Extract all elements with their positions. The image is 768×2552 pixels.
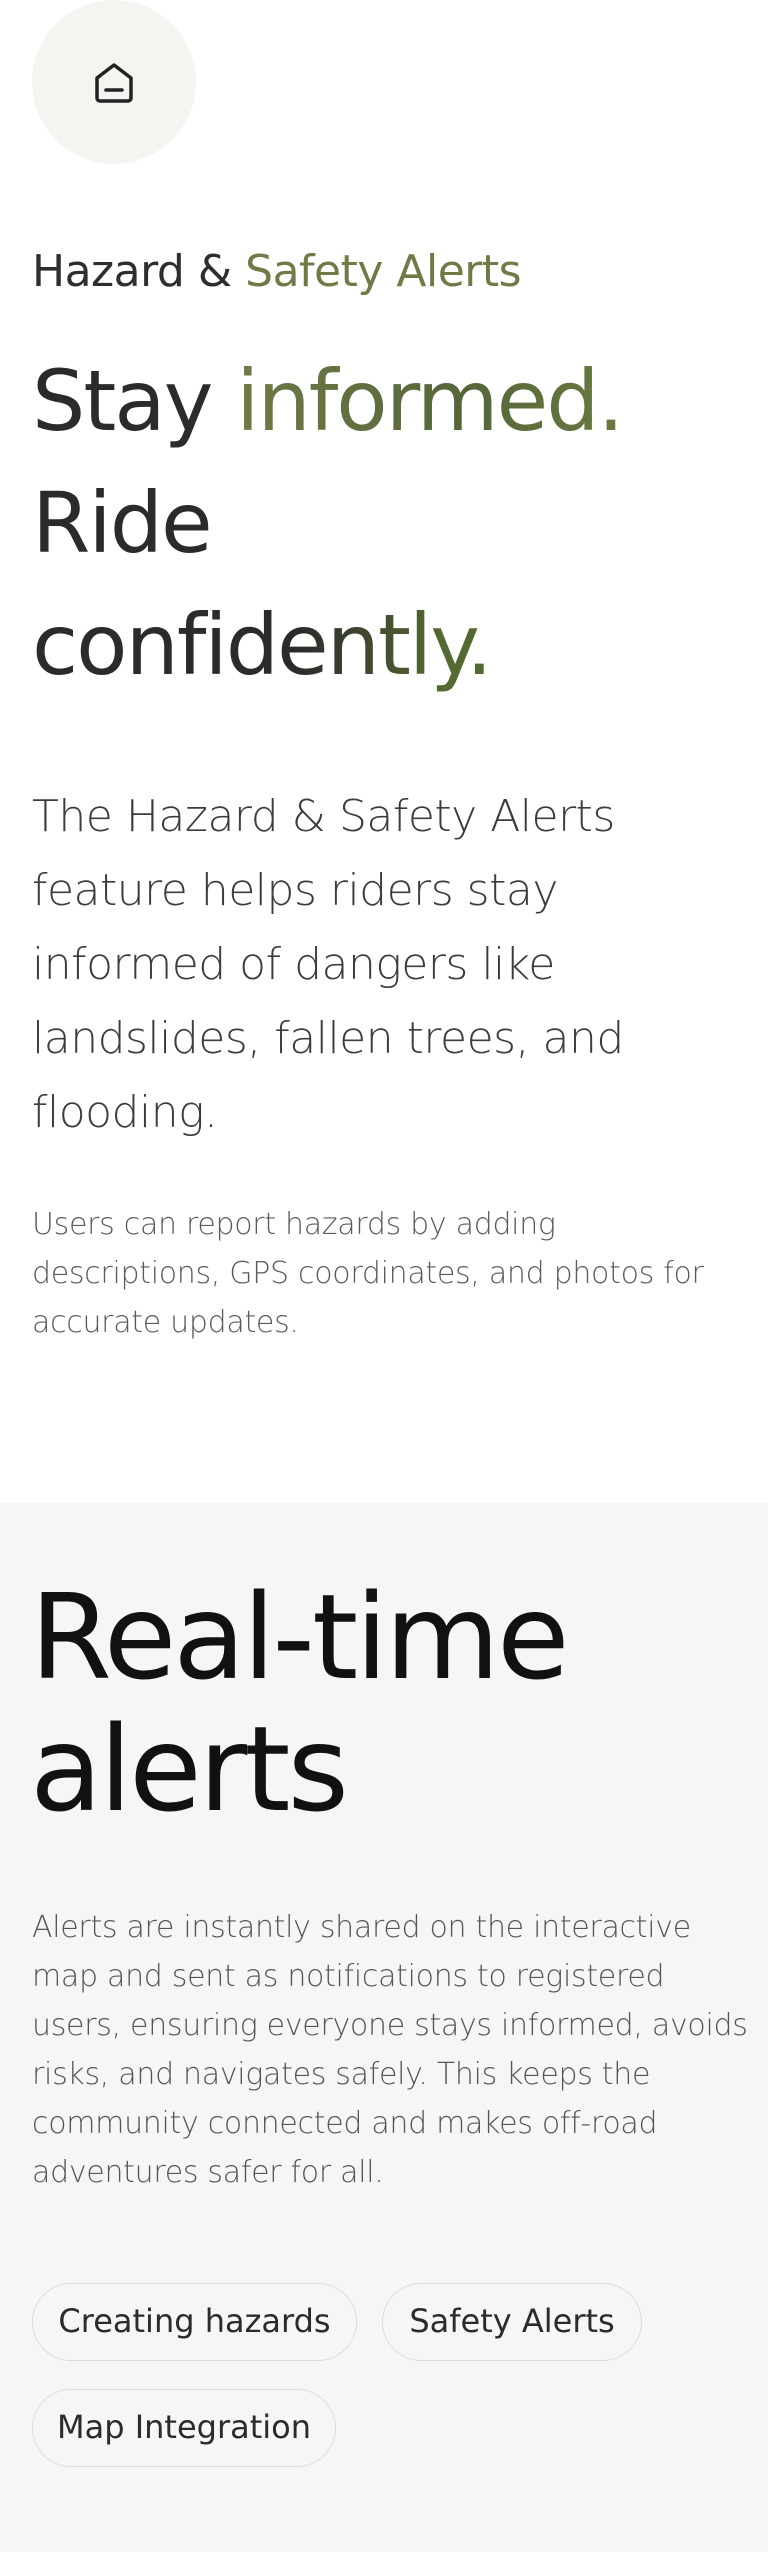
- headline-line-3: confidently.: [32, 584, 622, 706]
- headline-informed: informed.: [236, 352, 624, 450]
- tag-safety-alerts[interactable]: Safety Alerts: [382, 2283, 642, 2361]
- realtime-alerts-section: Real-time alerts Alerts are instantly sh…: [0, 1503, 768, 2552]
- headline-line-2: Ride: [32, 474, 213, 572]
- section-eyebrow: Hazard & Safety Alerts: [32, 246, 522, 297]
- home-icon: [95, 63, 133, 103]
- eyebrow-accent: Safety Alerts: [245, 246, 522, 297]
- hero-section: Hazard & Safety Alerts Stay informed. Ri…: [0, 0, 768, 1503]
- eyebrow-text: Hazard &: [32, 246, 246, 297]
- tag-creating-hazards[interactable]: Creating hazards: [32, 2283, 357, 2361]
- headline-line-1: Stay informed.: [32, 340, 624, 462]
- headline-stay: Stay: [32, 352, 237, 450]
- alerts-title: Real-time alerts: [30, 1568, 570, 1838]
- lead-paragraph: The Hazard & Safety Alerts feature helps…: [32, 791, 624, 1138]
- home-button[interactable]: [32, 0, 196, 164]
- supporting-paragraph: Users can report hazards by adding descr…: [32, 1207, 704, 1340]
- page-headline: Stay informed. Ride confidently.: [32, 340, 624, 706]
- tag-map-integration[interactable]: Map Integration: [32, 2389, 336, 2467]
- alerts-description: Alerts are instantly shared on the inter…: [32, 1910, 748, 2190]
